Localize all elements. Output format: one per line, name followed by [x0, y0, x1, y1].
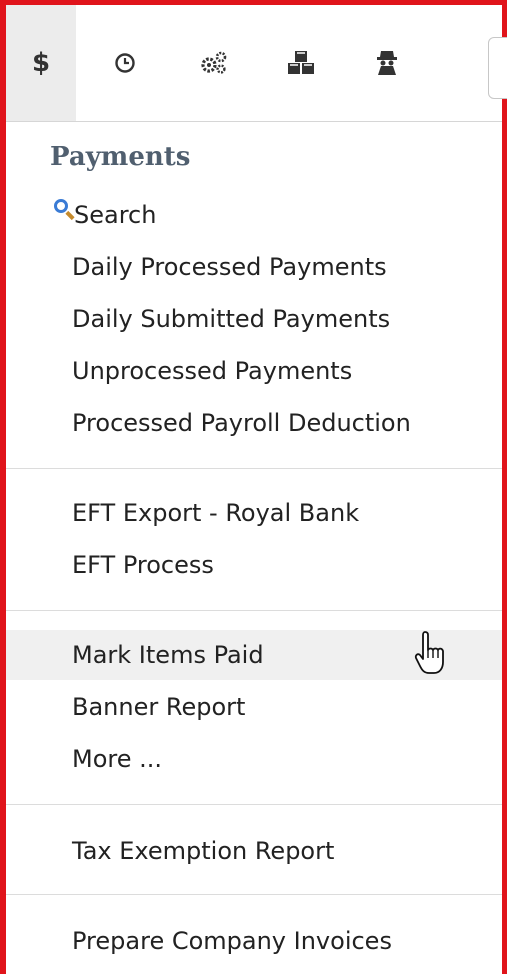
tab-users[interactable] — [352, 5, 422, 121]
tab-payments[interactable]: $ — [6, 5, 76, 121]
menu-item-unprocessed[interactable]: Unprocessed Payments — [6, 346, 502, 396]
tab-products[interactable] — [266, 5, 336, 121]
divider — [6, 894, 502, 895]
divider — [6, 610, 502, 611]
menu-item-tax-exemption[interactable]: Tax Exemption Report — [6, 826, 502, 876]
dollar-icon: $ — [31, 48, 51, 78]
boxes-icon — [288, 51, 314, 74]
magnifier-icon — [54, 199, 68, 213]
menu-item-daily-submitted[interactable]: Daily Submitted Payments — [6, 294, 502, 344]
toolbar: $ — [6, 5, 507, 122]
tab-settings[interactable] — [178, 5, 248, 121]
section-title: Payments — [50, 142, 191, 172]
menu-item-label: Tax Exemption Report — [72, 837, 335, 865]
menu-item-label: Processed Payroll Deduction — [72, 409, 411, 437]
menu-item-label: EFT Process — [72, 551, 214, 579]
menu-item-label: More ... — [72, 745, 163, 773]
menu-item-label: Unprocessed Payments — [72, 357, 353, 385]
menu-item-daily-processed[interactable]: Daily Processed Payments — [6, 242, 502, 292]
menu-item-label: Banner Report — [72, 693, 246, 721]
menu-item-eft-process[interactable]: EFT Process — [6, 540, 502, 590]
hand-cursor-icon — [414, 631, 444, 674]
spy-icon — [377, 51, 397, 75]
menu-item-label: Prepare Company Invoices — [72, 927, 392, 955]
menu-item-label: Daily Submitted Payments — [72, 305, 391, 333]
menu-item-banner-report[interactable]: Banner Report — [6, 682, 502, 732]
divider — [6, 468, 502, 469]
toolbar-search-box[interactable] — [488, 37, 507, 99]
menu-item-payroll-deduction[interactable]: Processed Payroll Deduction — [6, 398, 502, 448]
menu-item-eft-export[interactable]: EFT Export - Royal Bank — [6, 488, 502, 538]
menu-item-label: EFT Export - Royal Bank — [72, 499, 360, 527]
menu-item-label: Daily Processed Payments — [72, 253, 387, 281]
menu-item-label: Mark Items Paid — [72, 641, 264, 669]
divider — [6, 804, 502, 805]
tab-history[interactable] — [90, 5, 160, 121]
menu-item-label: Search — [74, 201, 157, 229]
menu-item-company-invoices[interactable]: Prepare Company Invoices — [6, 916, 502, 966]
gears-icon — [201, 51, 227, 74]
menu-item-more[interactable]: More ... — [6, 734, 502, 784]
clock-icon — [115, 53, 135, 73]
menu-item-search[interactable]: Search — [6, 190, 502, 240]
